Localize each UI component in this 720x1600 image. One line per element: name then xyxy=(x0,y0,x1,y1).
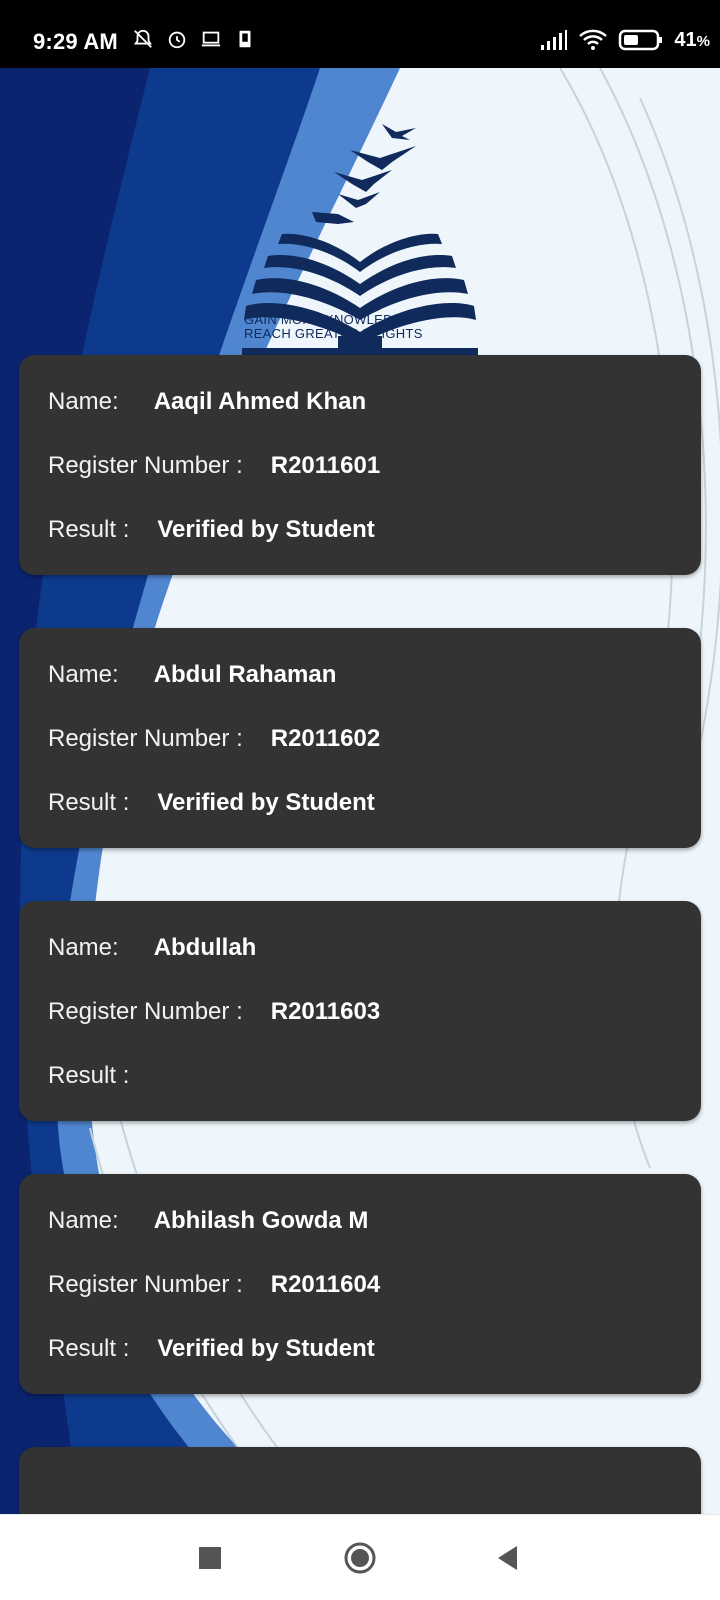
status-bar: 9:29 AM 41% xyxy=(0,0,720,68)
student-name: Abdullah xyxy=(153,934,257,961)
alarm-icon xyxy=(168,31,186,49)
student-card[interactable]: Name: Aaqil Ahmed Khan Register Number : R… xyxy=(19,355,701,575)
register-number-label: Register Number : xyxy=(48,725,243,752)
result-value: Verified by Student xyxy=(157,516,375,543)
tagline-line-1: GAIN MORE KNOWLEDGE xyxy=(244,312,413,327)
wifi-icon xyxy=(579,29,608,50)
recents-icon[interactable] xyxy=(193,1541,227,1575)
home-icon[interactable] xyxy=(343,1541,377,1575)
result-label: Result : xyxy=(48,789,130,816)
result-value: Verified by Student xyxy=(157,1335,375,1362)
battery-icon xyxy=(619,29,663,51)
do-not-disturb-icon xyxy=(133,29,153,48)
register-number: R2011602 xyxy=(270,725,381,752)
navigation-bar xyxy=(0,1514,720,1600)
result-label: Result : xyxy=(48,1335,130,1362)
name-label: Name: xyxy=(48,661,119,688)
phone-icon xyxy=(239,30,251,48)
status-time: 9:29 AM xyxy=(33,29,118,54)
result-label: Result : xyxy=(48,516,130,543)
back-icon[interactable] xyxy=(491,1541,525,1575)
result-label: Result : xyxy=(48,1062,130,1089)
tagline-line-2: REACH GREATER HEIGHTS xyxy=(244,326,423,341)
register-number-label: Register Number : xyxy=(48,998,243,1025)
student-name: Abdul Rahaman xyxy=(153,661,337,688)
student-card[interactable]: Name: Abhilash Gowda M Register Number : R… xyxy=(19,1174,701,1394)
app-screen[interactable]: GAIN MORE KNOWLEDGE REACH GREATER HEIGHT… xyxy=(0,68,720,1514)
name-label: Name: xyxy=(48,388,119,415)
student-name: Abhilash Gowda M xyxy=(153,1207,369,1234)
student-card[interactable]: Name: Abdullah Register Number : R2011603 … xyxy=(19,901,701,1121)
register-number: R2011601 xyxy=(270,452,381,479)
logo-tagline: GAIN MORE KNOWLEDGE REACH GREATER HEIGHT… xyxy=(244,313,478,341)
result-value: Verified by Student xyxy=(157,789,375,816)
register-number-label: Register Number : xyxy=(48,452,243,479)
student-card[interactable] xyxy=(19,1447,701,1514)
register-number: R2011603 xyxy=(270,998,381,1025)
battery-percent: 41 xyxy=(674,28,697,51)
register-number: R2011604 xyxy=(270,1271,381,1298)
student-card[interactable]: Name: Abdul Rahaman Register Number : R201… xyxy=(19,628,701,848)
register-number-label: Register Number : xyxy=(48,1271,243,1298)
student-name: Aaqil Ahmed Khan xyxy=(153,388,367,415)
name-label: Name: xyxy=(48,934,119,961)
laptop-icon xyxy=(201,31,221,47)
name-label: Name: xyxy=(48,1207,119,1234)
signal-icon xyxy=(541,30,568,50)
